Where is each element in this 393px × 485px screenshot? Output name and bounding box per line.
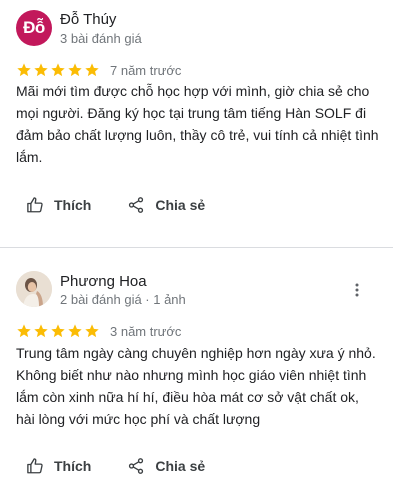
reviewer-name[interactable]: Phương Hoa bbox=[60, 273, 147, 290]
star-icon bbox=[17, 324, 31, 338]
review-time: 7 năm trước bbox=[110, 62, 182, 78]
more-vert-icon bbox=[355, 283, 359, 297]
review-card: Đỗ Đỗ Thúy 3 bài đánh giá 7 năm trước Mã… bbox=[0, 0, 393, 247]
share-label: Chia sẻ bbox=[155, 197, 206, 213]
rating-row: 7 năm trước bbox=[16, 62, 181, 78]
more-options-button[interactable] bbox=[347, 280, 367, 300]
star-icon bbox=[68, 63, 82, 77]
avatar[interactable] bbox=[16, 271, 52, 307]
star-icon bbox=[17, 63, 31, 77]
review-time: 3 năm trước bbox=[110, 323, 182, 339]
like-label: Thích bbox=[54, 197, 92, 213]
thumb-up-icon bbox=[27, 458, 43, 474]
rating-row: 3 năm trước bbox=[16, 323, 181, 339]
divider bbox=[0, 247, 393, 248]
review-actions: Thích Chia sẻ bbox=[26, 457, 205, 475]
avatar[interactable]: Đỗ bbox=[16, 10, 52, 46]
profile-photo bbox=[16, 271, 52, 307]
like-button[interactable]: Thích bbox=[26, 196, 91, 214]
share-icon bbox=[129, 458, 144, 474]
review-text: Mãi mới tìm được chỗ học hợp với mình, g… bbox=[16, 83, 379, 165]
review-card: Phương Hoa 2 bài đánh giá · 1 ảnh 3 năm … bbox=[0, 249, 393, 485]
star-rating bbox=[16, 62, 100, 78]
star-icon bbox=[51, 324, 65, 338]
share-button[interactable]: Chia sẻ bbox=[127, 457, 205, 475]
reviewer-meta: 3 bài đánh giá bbox=[60, 31, 142, 46]
review-actions: Thích Chia sẻ bbox=[26, 196, 205, 214]
thumb-up-icon bbox=[27, 197, 43, 213]
star-icon bbox=[34, 324, 48, 338]
star-icon bbox=[34, 63, 48, 77]
star-icon bbox=[85, 63, 99, 77]
star-rating bbox=[16, 323, 100, 339]
share-button[interactable]: Chia sẻ bbox=[127, 196, 205, 214]
reviewer-name[interactable]: Đỗ Thúy bbox=[60, 11, 116, 28]
star-icon bbox=[85, 324, 99, 338]
star-icon bbox=[51, 63, 65, 77]
review-text: Trung tâm ngày càng chuyên nghiệp hơn ng… bbox=[16, 345, 376, 427]
star-icon bbox=[68, 324, 82, 338]
reviewer-meta: 2 bài đánh giá · 1 ảnh bbox=[60, 292, 186, 307]
like-label: Thích bbox=[54, 458, 92, 474]
like-button[interactable]: Thích bbox=[26, 457, 91, 475]
share-label: Chia sẻ bbox=[155, 458, 206, 474]
share-icon bbox=[129, 197, 144, 213]
